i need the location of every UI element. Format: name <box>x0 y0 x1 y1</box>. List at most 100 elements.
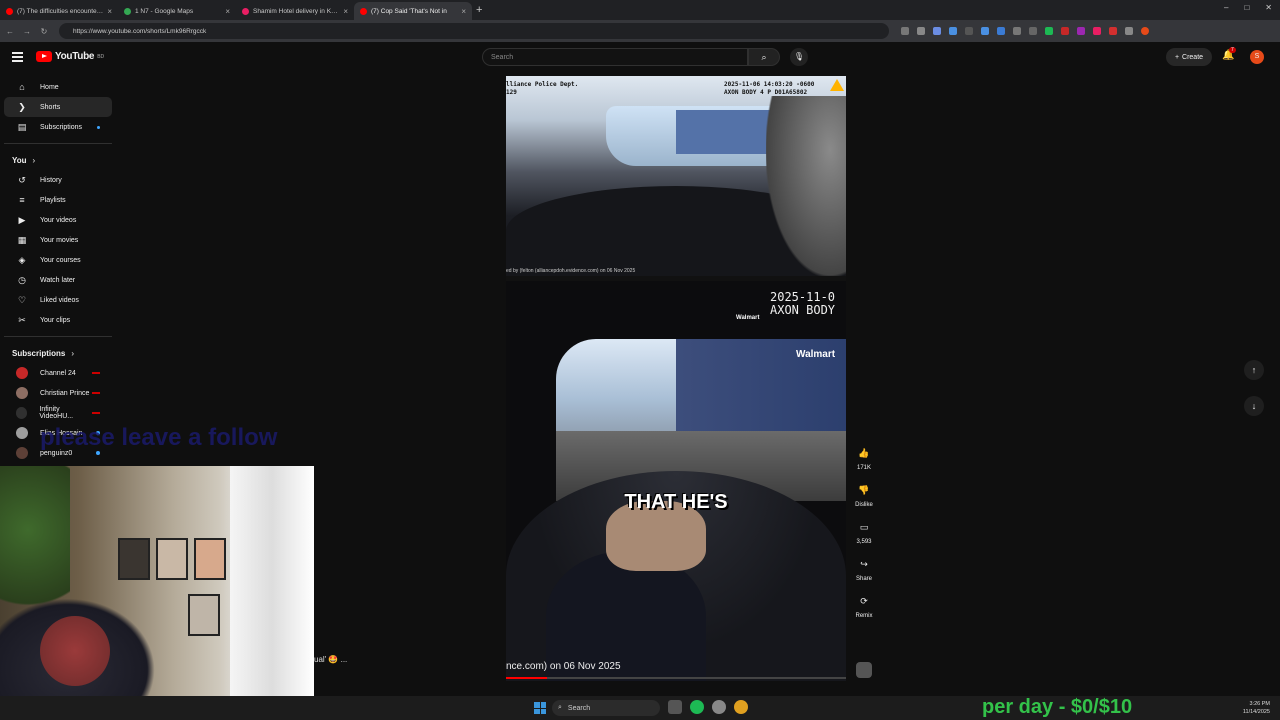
sidebar-item-shorts[interactable]: ❯ Shorts <box>4 97 112 117</box>
obs-icon[interactable] <box>712 700 726 714</box>
sidebar-item-your-movies[interactable]: ▦ Your movies <box>4 230 112 250</box>
extension-icon[interactable] <box>997 27 1005 35</box>
you-section-heading[interactable]: You › <box>0 150 116 170</box>
search-icon: ⌕ <box>761 52 767 62</box>
comments-button[interactable]: ▭ 3,593 <box>850 518 878 545</box>
shorts-icon: ❯ <box>18 101 26 112</box>
your-movies-icon: ▦ <box>17 234 27 245</box>
sidebar-item-history[interactable]: ↺ History <box>4 170 112 190</box>
tab-title: (7) Cop Said 'That's Not in <box>371 7 447 15</box>
extension-icon[interactable] <box>965 27 973 35</box>
you-heading-label: You <box>12 155 27 165</box>
search-input[interactable]: Search <box>482 48 748 66</box>
webcam-photo-frame <box>194 538 226 580</box>
close-tab-icon[interactable]: × <box>107 7 112 16</box>
new-tab-button[interactable]: + <box>476 4 482 16</box>
subscription-channel[interactable]: Infinity VideoHU... <box>4 403 112 423</box>
taskbar-apps <box>668 700 748 714</box>
search-button[interactable]: ⌕ <box>748 48 780 66</box>
video-progress-bar[interactable] <box>506 677 846 679</box>
live-indicator <box>92 372 100 374</box>
subscriptions-icon: ▤ <box>17 121 27 132</box>
close-tab-icon[interactable]: × <box>461 7 466 16</box>
browser-tab[interactable]: 1 N7 - Google Maps × <box>118 2 236 20</box>
extension-icon[interactable] <box>1093 27 1101 35</box>
share-button[interactable]: ↪ Share <box>850 555 878 582</box>
sidebar-main-section: ⌂ Home ❯ Shorts ▤ Subscriptions <box>0 77 116 137</box>
sidebar-item-playlists[interactable]: ≡ Playlists <box>4 190 112 210</box>
minimize-button[interactable]: – <box>1224 3 1228 12</box>
sidebar-item-label: Your clips <box>40 316 71 324</box>
maximize-button[interactable]: □ <box>1244 3 1249 12</box>
close-window-button[interactable]: ✕ <box>1265 3 1272 12</box>
back-icon[interactable]: ← <box>3 27 17 36</box>
close-tab-icon[interactable]: × <box>343 7 348 16</box>
close-tab-icon[interactable]: × <box>225 7 230 16</box>
browser-tab[interactable]: Shamim Hotel delivery in Khulna × <box>236 2 354 20</box>
sidebar-item-watch-later[interactable]: ◷ Watch later <box>4 270 112 290</box>
next-short-button[interactable]: ↓ <box>1244 396 1264 416</box>
sidebar-item-subscriptions[interactable]: ▤ Subscriptions <box>4 117 112 137</box>
sidebar-item-home[interactable]: ⌂ Home <box>4 77 112 97</box>
extension-icon[interactable] <box>1045 27 1053 35</box>
extension-icon[interactable] <box>981 27 989 35</box>
bookmark-star-icon[interactable] <box>917 27 925 35</box>
extension-icon[interactable] <box>1029 27 1037 35</box>
spotify-icon[interactable] <box>690 700 704 714</box>
extension-icon[interactable] <box>1077 27 1085 35</box>
url-input[interactable]: https://www.youtube.com/shorts/Lmk96Rrgc… <box>59 23 889 39</box>
clips-icon: ✂ <box>18 314 26 325</box>
extension-icon[interactable] <box>901 27 909 35</box>
reload-icon[interactable]: ↻ <box>37 27 51 36</box>
extension-icon[interactable] <box>1061 27 1069 35</box>
avatar[interactable]: S <box>1250 50 1264 64</box>
stream-goal-overlay: per day - $0/$10 <box>982 696 1133 718</box>
create-button[interactable]: + Create <box>1166 48 1212 66</box>
chrome-icon[interactable] <box>734 700 748 714</box>
subscriptions-section-heading[interactable]: Subscriptions › <box>0 343 116 363</box>
voice-search-button[interactable]: 🎙 <box>790 48 808 66</box>
profile-icon[interactable] <box>1141 27 1149 35</box>
system-clock[interactable]: 3:26 PM 11/14/2025 <box>1243 700 1270 716</box>
extension-icon[interactable] <box>1109 27 1117 35</box>
forward-icon[interactable]: → <box>20 27 34 36</box>
webcam-door <box>230 466 314 720</box>
extension-icon[interactable] <box>933 27 941 35</box>
previous-short-button[interactable]: ↑ <box>1244 360 1264 380</box>
remix-button[interactable]: ⟳ Remix <box>850 592 878 619</box>
browser-tab[interactable]: (7) The difficulties encountered × <box>0 2 118 20</box>
extension-icon[interactable] <box>1013 27 1021 35</box>
sidebar-item-label: Your courses <box>40 256 81 264</box>
sidebar-item-your-courses[interactable]: ◈ Your courses <box>4 250 112 270</box>
windows-start-icon[interactable] <box>534 702 546 714</box>
channel-avatar <box>16 447 28 459</box>
sound-thumbnail[interactable] <box>856 662 872 678</box>
store-sign: Walmart <box>796 349 836 360</box>
sidebar-item-your-clips[interactable]: ✂ Your clips <box>4 310 112 330</box>
subscriptions-heading-label: Subscriptions <box>12 348 66 358</box>
shorts-video-player[interactable]: lliance Police Dept. 129 2025-11-06 14:0… <box>506 76 846 681</box>
extension-icon[interactable] <box>949 27 957 35</box>
dislike-button[interactable]: 👎 Dislike <box>850 481 878 508</box>
like-button[interactable]: 👍 171K <box>850 444 878 471</box>
channel-avatar <box>16 427 28 439</box>
sidebar-item-label: Your videos <box>40 216 77 224</box>
subscription-channel[interactable]: Channel 24 <box>4 363 112 383</box>
sidebar-item-liked-videos[interactable]: ♡ Liked videos <box>4 290 112 310</box>
notifications-button[interactable]: 🔔 7 <box>1222 47 1236 61</box>
video-progress-fill <box>506 677 547 679</box>
extensions-puzzle-icon[interactable] <box>1125 27 1133 35</box>
subscription-channel[interactable]: Christian Prince <box>4 383 112 403</box>
channel-avatar <box>16 367 28 379</box>
top-timestamp: 2025-11-06 14:03:20 -0600 <box>724 81 815 88</box>
menu-icon[interactable] <box>12 52 23 64</box>
your-courses-icon: ◈ <box>18 254 26 265</box>
taskbar-search[interactable]: ⌕ Search <box>552 700 660 716</box>
youtube-logo[interactable]: YouTube BD <box>36 51 104 62</box>
browser-tab[interactable]: (7) Cop Said 'That's Not in × <box>354 2 472 20</box>
tab-favicon <box>360 7 367 15</box>
window-controls: – □ ✕ <box>1224 3 1272 12</box>
task-view-icon[interactable] <box>668 700 682 714</box>
sidebar-item-your-videos[interactable]: ▶ Your videos <box>4 210 112 230</box>
live-indicator <box>92 412 100 414</box>
